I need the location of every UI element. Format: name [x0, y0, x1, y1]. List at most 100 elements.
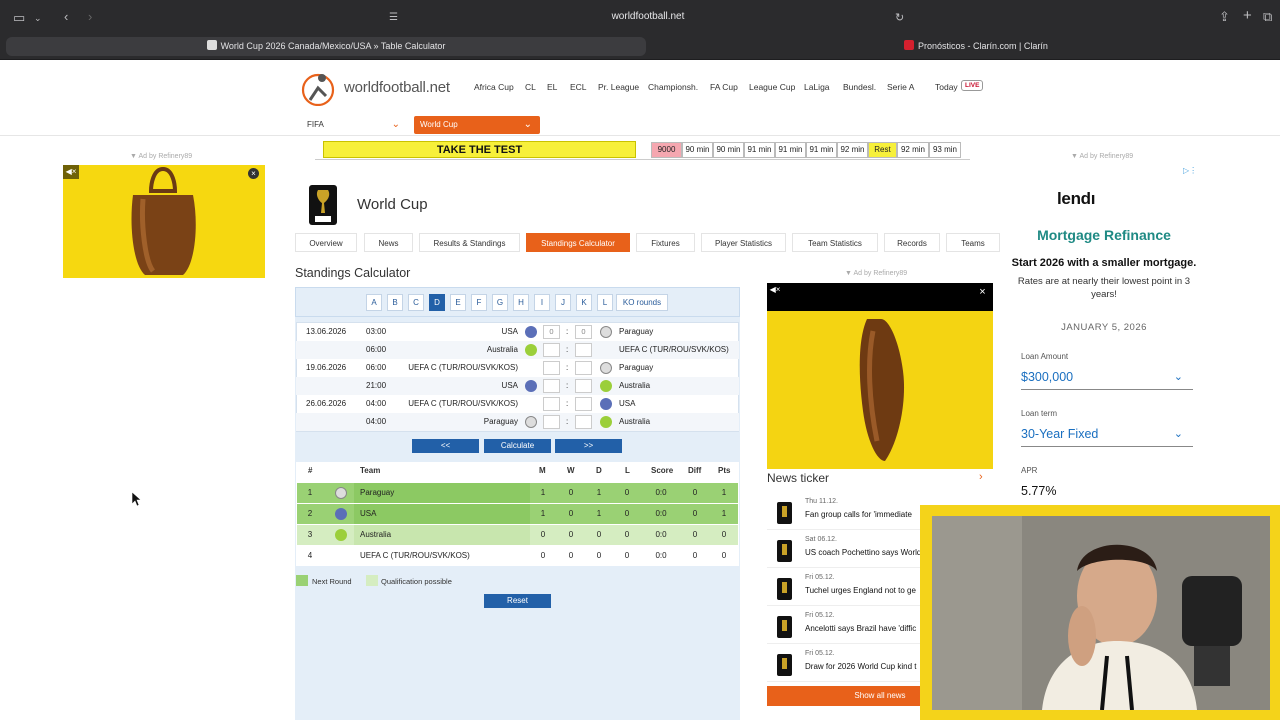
back-icon[interactable]: ‹: [64, 10, 68, 24]
share-icon[interactable]: ⇪: [1219, 10, 1230, 24]
tab-records[interactable]: Records: [884, 233, 940, 252]
away-score-input[interactable]: [575, 415, 592, 429]
nav-bundesliga[interactable]: Bundesl.: [843, 82, 876, 92]
next-button[interactable]: >>: [555, 439, 622, 453]
nav-today[interactable]: Today: [935, 82, 958, 92]
away-score-input[interactable]: [575, 343, 592, 357]
tab-standings-calculator[interactable]: Standings Calculator: [526, 233, 630, 252]
competition-select[interactable]: World Cup ⌄: [414, 116, 540, 134]
sidebar-icon[interactable]: ▭: [13, 11, 25, 25]
close-icon[interactable]: ×: [248, 168, 259, 179]
group-c-button[interactable]: C: [408, 294, 424, 311]
legend-next-round: Next Round: [312, 577, 352, 586]
group-k-button[interactable]: K: [576, 294, 592, 311]
fixture-away: Paraguay: [619, 327, 654, 336]
forward-icon[interactable]: ›: [88, 10, 92, 24]
away-score-input[interactable]: [575, 379, 592, 393]
nav-serie-a[interactable]: Serie A: [887, 82, 914, 92]
reader-icon[interactable]: ☰: [389, 11, 398, 25]
tab-results-standings[interactable]: Results & Standings: [419, 233, 520, 252]
nav-el[interactable]: EL: [547, 82, 557, 92]
usa-flag-icon: [525, 326, 537, 338]
tabs-overview-icon[interactable]: ⧉: [1263, 10, 1272, 24]
chevron-right-icon[interactable]: ›: [979, 471, 983, 483]
loan-term-select[interactable]: 30-Year Fixed ⌄: [1021, 427, 1193, 447]
away-score-input[interactable]: 0: [575, 325, 592, 339]
mute-icon[interactable]: ◀×: [767, 283, 783, 297]
home-score-input[interactable]: [543, 397, 560, 411]
group-e-button[interactable]: E: [450, 294, 466, 311]
reset-button[interactable]: Reset: [484, 594, 551, 608]
table-row[interactable]: 4 UEFA C (TUR/ROU/SVK/KOS) 0 0 0 0 0:0 0…: [297, 546, 738, 566]
group-d-button[interactable]: D: [429, 294, 445, 311]
adchoices-icon[interactable]: ▷⋮: [1183, 166, 1197, 175]
away-score-input[interactable]: [575, 397, 592, 411]
home-score-input[interactable]: [543, 415, 560, 429]
fixture-home: USA: [501, 381, 518, 390]
video-ad[interactable]: [767, 283, 993, 469]
tab-fixtures[interactable]: Fixtures: [636, 233, 695, 252]
mortgage-title[interactable]: Mortgage Refinance: [1003, 227, 1205, 243]
org-select[interactable]: FIFA ⌄: [302, 116, 406, 133]
table-row[interactable]: 1 Paraguay 1 0 1 0 0:0 0 1: [297, 483, 738, 503]
tab-worldfootball[interactable]: World Cup 2026 Canada/Mexico/USA » Table…: [6, 37, 646, 56]
chevron-down-icon[interactable]: ⌄: [34, 11, 42, 25]
group-l-button[interactable]: L: [597, 294, 613, 311]
group-h-button[interactable]: H: [513, 294, 529, 311]
home-score-input[interactable]: [543, 343, 560, 357]
take-the-test-button[interactable]: TAKE THE TEST: [323, 141, 636, 158]
nav-fa-cup[interactable]: FA Cup: [710, 82, 738, 92]
nav-championship[interactable]: Championsh.: [648, 82, 698, 92]
away-score-input[interactable]: [575, 361, 592, 375]
row-diff: 0: [692, 551, 698, 560]
site-header: [0, 61, 1280, 136]
tab-overview[interactable]: Overview: [295, 233, 357, 252]
group-j-button[interactable]: J: [555, 294, 571, 311]
mortgage-ad[interactable]: [1003, 164, 1205, 504]
table-row[interactable]: 2 USA 1 0 1 0 0:0 0 1: [297, 504, 738, 524]
tab-team-statistics[interactable]: Team Statistics: [792, 233, 878, 252]
row-team[interactable]: Paraguay: [354, 483, 530, 503]
group-a-button[interactable]: A: [366, 294, 382, 311]
site-logo[interactable]: worldfootball.net: [344, 79, 450, 96]
nav-africa-cup[interactable]: Africa Cup: [474, 82, 514, 92]
left-ad[interactable]: [63, 165, 265, 278]
close-icon[interactable]: ×: [977, 287, 988, 298]
previous-button[interactable]: <<: [412, 439, 479, 453]
tab-news[interactable]: News: [364, 233, 413, 252]
home-score-input[interactable]: [543, 361, 560, 375]
banner-cell: 92 min: [837, 142, 868, 158]
banner-cell: 9000: [651, 142, 682, 158]
calculate-button[interactable]: Calculate: [484, 439, 551, 453]
home-score-input[interactable]: [543, 379, 560, 393]
mouse-cursor-icon: [132, 492, 142, 506]
tab-clarin[interactable]: Pronósticos - Clarín.com | Clarín: [890, 37, 1274, 56]
logo-ball-icon[interactable]: [300, 70, 338, 106]
nav-league-cup[interactable]: League Cup: [749, 82, 795, 92]
nav-cl[interactable]: CL: [525, 82, 536, 92]
tab-teams[interactable]: Teams: [946, 233, 1000, 252]
ko-rounds-button[interactable]: KO rounds: [616, 294, 668, 311]
group-b-button[interactable]: B: [387, 294, 403, 311]
new-tab-icon[interactable]: +: [1243, 8, 1252, 23]
group-g-button[interactable]: G: [492, 294, 508, 311]
group-i-button[interactable]: I: [534, 294, 550, 311]
row-team[interactable]: Australia: [354, 525, 530, 545]
loan-amount-select[interactable]: $300,000 ⌄: [1021, 370, 1193, 390]
nav-ecl[interactable]: ECL: [570, 82, 587, 92]
reload-icon[interactable]: ↻: [895, 11, 904, 25]
home-score-input[interactable]: 0: [543, 325, 560, 339]
score-separator: :: [566, 417, 569, 426]
row-team[interactable]: UEFA C (TUR/ROU/SVK/KOS): [354, 546, 530, 566]
group-f-button[interactable]: F: [471, 294, 487, 311]
url-field[interactable]: worldfootball.net: [560, 11, 736, 22]
mute-icon[interactable]: ◀×: [63, 165, 79, 179]
row-team[interactable]: USA: [354, 504, 530, 524]
table-row[interactable]: 3 Australia 0 0 0 0 0:0 0 0: [297, 525, 738, 545]
australia-flag-icon: [525, 344, 537, 356]
nav-laliga[interactable]: LaLiga: [804, 82, 830, 92]
col-header-score: Score: [651, 466, 674, 475]
col-header-l: L: [625, 466, 630, 475]
tab-player-statistics[interactable]: Player Statistics: [701, 233, 786, 252]
nav-premier-league[interactable]: Pr. League: [598, 82, 639, 92]
